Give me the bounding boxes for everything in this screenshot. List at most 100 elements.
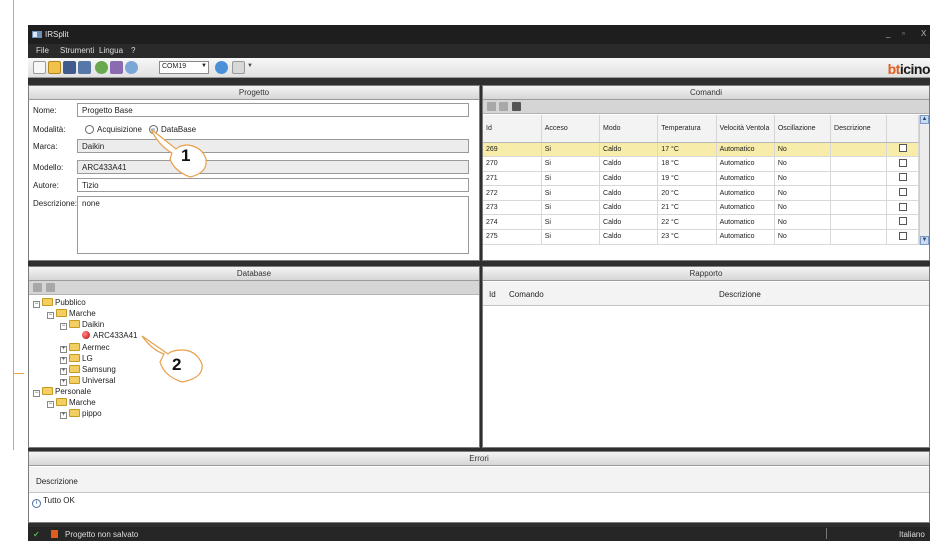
col-oscillazione[interactable]: Oscillazione [774,115,832,143]
table-cell: No [774,200,832,216]
database-panel: Database − Pubblico − Marche − Daikin ARC43… [28,266,480,448]
table-cell [830,142,888,158]
tree-daikin[interactable]: − Daikin [60,320,104,331]
rapporto-col-comando[interactable]: Comando [509,290,544,299]
table-cell: 18 °C [657,156,717,172]
row-checkbox[interactable] [898,158,907,167]
col-temperatura[interactable]: Temperatura [657,115,717,143]
table-cell: Caldo [599,171,659,187]
folder-icon [69,343,80,351]
refresh-icon[interactable] [215,61,228,74]
menu-file[interactable]: File [36,46,49,55]
nome-input[interactable]: Progetto Base [77,103,469,117]
table-cell: Si [541,142,601,158]
progetto-panel: Progetto Nome: Progetto Base Modalità: A… [28,85,480,261]
send-command-icon[interactable] [512,102,521,111]
row-checkbox-cell [886,200,919,216]
row-checkbox[interactable] [898,202,907,211]
col-modo[interactable]: Modo [599,115,659,143]
table-row[interactable]: 270 Si Caldo 18 °C Automatico No [483,156,919,172]
row-checkbox[interactable] [898,217,907,226]
errori-col-descrizione[interactable]: Descrizione [36,477,78,486]
autore-input[interactable]: Tizio [77,178,469,192]
rapporto-col-id[interactable]: Id [489,290,496,299]
edit-command-icon[interactable] [499,102,508,111]
database-toolbar [29,281,479,295]
new-file-icon[interactable] [33,61,46,74]
col-acceso[interactable]: Acceso [541,115,601,143]
save-as-icon[interactable] [78,61,91,74]
import-icon[interactable] [33,283,42,292]
close-button[interactable]: X [921,29,926,38]
table-cell [830,200,888,216]
language-flag-icon[interactable] [232,61,245,74]
table-cell: Caldo [599,214,659,231]
row-checkbox[interactable] [898,144,907,153]
table-row[interactable]: 273 Si Caldo 21 °C Automatico No [483,200,919,216]
table-cell: 23 °C [657,229,717,245]
com-port-select[interactable]: COM19 ▼ [159,61,209,74]
status-divider [826,528,827,539]
add-command-icon[interactable] [487,102,496,111]
row-checkbox-cell [886,214,919,231]
save-icon[interactable] [63,61,76,74]
tree-marche-personale[interactable]: − Marche [47,398,96,409]
table-row[interactable]: 269 Si Caldo 17 °C Automatico No [483,142,919,158]
minimize-button[interactable]: _ [886,29,890,38]
comandi-panel: Comandi Id Acceso Modo Temperatura Veloc… [482,85,930,261]
tree-arc433a41[interactable]: ARC433A41 [82,331,137,342]
comandi-table: Id Acceso Modo Temperatura Velocità Vent… [483,115,919,245]
menu-strumenti[interactable]: Strumenti [60,46,94,55]
errori-panel: Errori Descrizione i Tutto OK [28,451,930,523]
tree-universal[interactable]: + Universal [60,376,115,387]
export-icon[interactable] [46,283,55,292]
table-cell: No [774,156,832,172]
scroll-down-icon[interactable]: ▼ [920,236,929,245]
row-checkbox[interactable] [898,231,907,240]
open-folder-icon[interactable] [48,61,61,74]
tree-aermec[interactable]: + Aermec [60,343,110,354]
comandi-scrollbar[interactable]: ▲ ▼ [919,115,929,245]
table-row[interactable]: 274 Si Caldo 22 °C Automatico No [483,214,919,231]
table-cell: Automatico [716,185,775,201]
row-checkbox[interactable] [898,173,907,182]
table-row[interactable]: 271 Si Caldo 19 °C Automatico No [483,171,919,187]
table-cell: Caldo [599,185,659,201]
tree-marche[interactable]: − Marche [47,309,96,320]
callout-2: 2 [172,355,182,374]
table-row[interactable]: 272 Si Caldo 20 °C Automatico No [483,185,919,201]
col-descrizione[interactable]: Descrizione [830,115,888,143]
comandi-header-row: Id Acceso Modo Temperatura Velocità Vent… [483,115,919,143]
tree-samsung[interactable]: + Samsung [60,365,116,376]
tree-pippo[interactable]: + pippo [60,409,102,420]
acquisizione-radio[interactable]: Acquisizione [85,125,142,134]
folder-icon [56,309,67,317]
table-cell: Si [541,229,601,245]
app-window: IRSplit _ ▫ X File Strumenti Lingua ? CO… [28,25,930,541]
menu-help[interactable]: ? [131,46,135,55]
maximize-button[interactable]: ▫ [902,29,905,38]
scroll-up-icon[interactable]: ▲ [920,115,929,124]
status-bar: ✔ Progetto non salvato Italiano [28,527,930,541]
col-id[interactable]: Id [483,115,542,143]
row-checkbox-cell [886,142,919,158]
comandi-header: Comandi [483,86,929,100]
rapporto-col-descrizione[interactable]: Descrizione [719,290,761,299]
descrizione-textarea[interactable]: none [77,196,469,254]
row-checkbox[interactable] [898,188,907,197]
nome-label: Nome: [33,106,57,115]
menu-lingua[interactable]: Lingua [99,46,123,55]
menu-bar: File Strumenti Lingua ? [28,44,930,58]
tree-lg[interactable]: + LG [60,354,93,365]
tools-icon[interactable] [110,61,123,74]
document-icon [51,530,58,538]
table-cell: No [774,229,832,245]
settings-icon[interactable] [125,61,138,74]
col-velocita[interactable]: Velocità Ventola [716,115,775,143]
download-icon[interactable] [95,61,108,74]
language-dropdown-icon[interactable]: ▼ [247,63,253,69]
table-row[interactable]: 275 Si Caldo 23 °C Automatico No [483,229,919,245]
tree-personale[interactable]: − Personale [33,387,91,398]
col-check[interactable] [886,115,919,143]
tree-pubblico[interactable]: − Pubblico [33,298,86,309]
